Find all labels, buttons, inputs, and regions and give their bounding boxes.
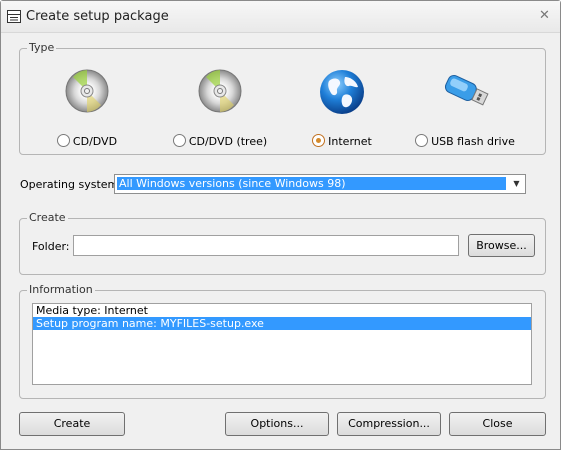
os-label: Operating system: [20, 178, 122, 191]
radio-usb[interactable] [415, 134, 429, 147]
usb-drive-icon [444, 74, 489, 106]
type-option-internet-row: Internet [277, 134, 407, 148]
type-legend: Type [27, 41, 57, 54]
cd-icon [198, 69, 242, 113]
type-option-label: CD/DVD (tree) [188, 135, 268, 148]
window-title: Create setup package [26, 9, 169, 24]
type-option-cd-row: CD/DVD [22, 134, 152, 148]
list-item[interactable]: Media type: Internet [33, 304, 531, 317]
radio-internet[interactable] [312, 134, 326, 147]
radio-cd[interactable] [56, 134, 70, 147]
create-legend: Create [27, 211, 68, 224]
type-option-usb-row: USB flash drive [400, 134, 530, 148]
list-item[interactable]: Setup program name: MYFILES-setup.exe [33, 317, 531, 330]
type-option-label: CD/DVD [72, 135, 118, 148]
information-list[interactable]: Media type: Internet Setup program name:… [32, 303, 532, 385]
app-icon [7, 10, 21, 23]
chevron-down-icon[interactable]: ▼ [508, 175, 525, 193]
os-select[interactable]: All Windows versions (since Windows 98) … [114, 174, 526, 194]
title-bar: Create setup package ✕ [1, 1, 560, 33]
type-option-cd[interactable]: CD/DVD [22, 69, 152, 149]
close-button[interactable]: Close [449, 412, 546, 436]
close-icon[interactable]: ✕ [539, 8, 550, 23]
folder-label: Folder: [32, 240, 70, 253]
type-option-usb[interactable]: USB flash drive [400, 69, 530, 149]
information-legend: Information [27, 283, 95, 296]
create-button[interactable]: Create [19, 412, 125, 436]
globe-icon [320, 70, 364, 114]
browse-button[interactable]: Browse... [468, 234, 535, 257]
dialog-window: Create setup package ✕ Type CD/DVD CD/DV… [0, 0, 561, 450]
type-option-label: Internet [328, 135, 372, 148]
options-button[interactable]: Options... [225, 412, 329, 436]
os-select-value: All Windows versions (since Windows 98) [117, 177, 506, 190]
type-option-cd-tree[interactable]: CD/DVD (tree) [155, 69, 285, 149]
type-option-internet[interactable]: Internet [277, 69, 407, 149]
cd-icon [65, 69, 109, 113]
radio-cd-tree[interactable] [172, 134, 186, 147]
type-option-label: USB flash drive [431, 135, 515, 148]
type-option-cd-tree-row: CD/DVD (tree) [155, 134, 285, 148]
folder-input[interactable] [73, 235, 459, 256]
compression-button[interactable]: Compression... [337, 412, 441, 436]
type-group: Type CD/DVD CD/DVD (tree) Internet USB f… [19, 41, 546, 155]
